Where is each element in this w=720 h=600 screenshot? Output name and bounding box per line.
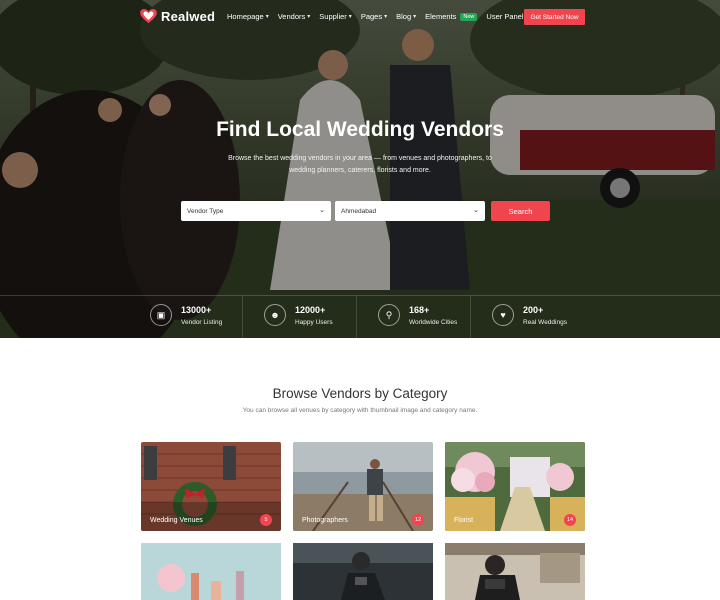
chevron-down-icon: ▾ [384,14,388,20]
category-image [445,543,585,600]
heart-logo-icon [140,9,157,24]
get-started-button[interactable]: Get Started Now [524,9,585,25]
category-image [141,543,281,600]
heart-icon: ♥ [492,304,514,326]
stat-real-weddings: ♥ 200+ Real Weddings [492,304,567,326]
stat-label: Happy Users [295,318,333,326]
map-pin-icon: ⚲ [378,304,400,326]
chevron-down-icon: ▾ [413,14,417,20]
category-card[interactable] [293,543,433,600]
chevron-down-icon: ▾ [348,14,352,20]
brand-logo[interactable]: Realwed [140,9,215,24]
menu-item-supplier[interactable]: Supplier ▾ [319,12,352,21]
stat-vendor-listing: ▣ 13000+ Vendor Listing [150,304,222,326]
menu-item-homepage[interactable]: Homepage ▾ [227,12,269,21]
top-nav: Realwed Homepage ▾ Vendors ▾ Supplier ▾ Pag… [0,0,720,34]
hero-title: Find Local Wedding Vendors [216,118,504,141]
stat-happy-users: ☻ 12000+ Happy Users [264,304,333,326]
category-label: Wedding Venues [150,517,203,524]
chevron-down-icon: ⌄ [473,207,479,214]
stat-label: Vendor Listing [181,318,223,326]
menu-item-user-panel[interactable]: User Panel▾ [486,12,528,21]
menu-label: User Panel [486,12,524,21]
menu-label: Elements [425,12,457,21]
section-title: Browse Vendors by Category [272,386,448,401]
hero-subtitle: Browse the best wedding vendors in your … [228,155,492,174]
smile-icon: ☻ [264,304,286,326]
vendor-type-value: Vendor Type [187,207,224,215]
menu-item-blog[interactable]: Blog ▾ [396,12,416,21]
category-card[interactable] [445,543,585,600]
category-label: Florist [454,517,474,524]
stat-value: 12000+ [295,304,326,315]
chevron-down-icon: ⌄ [319,207,325,214]
category-count-badge: 12 [412,514,424,526]
main-menu: Homepage ▾ Vendors ▾ Supplier ▾ Pages ▾ Blog… [227,12,538,21]
menu-item-vendors[interactable]: Vendors ▾ [278,12,311,21]
divider [356,296,357,338]
menu-item-elements[interactable]: Elements New [425,12,478,21]
divider [470,296,471,338]
stats-bar: ▣ 13000+ Vendor Listing ☻ 12000+ Happy U… [0,295,720,338]
location-select[interactable]: Ahmedabad ⌄ [335,201,485,221]
vendor-search-form: Vendor Type ⌄ Ahmedabad ⌄ Search [181,201,550,221]
brand-name: Realwed [161,9,216,24]
category-card-florist[interactable]: Florist 14 [445,442,585,531]
category-card-photographers[interactable]: Photographers 12 [293,442,433,531]
menu-label: Homepage [227,12,264,21]
menu-label: Vendors [277,12,306,21]
stat-value: 13000+ [181,304,212,315]
stat-value: 200+ [523,304,544,315]
section-subtitle: You can browse all venues by category wi… [242,407,478,414]
location-value: Ahmedabad [341,207,377,215]
new-badge: New [460,12,478,21]
category-count-badge: 14 [564,514,576,526]
category-label: Photographers [302,517,348,524]
menu-label: Supplier [319,12,347,21]
category-image [293,543,433,600]
stat-label: Worldwide Cities [409,318,458,326]
menu-item-pages[interactable]: Pages ▾ [361,12,387,21]
chevron-down-icon: ▾ [265,14,269,20]
stat-worldwide-cities: ⚲ 168+ Worldwide Cities [378,304,457,326]
category-card[interactable] [141,543,281,600]
stat-label: Real Weddings [523,318,567,326]
divider [242,296,243,338]
stat-value: 168+ [409,304,430,315]
menu-label: Blog [396,12,412,21]
search-button[interactable]: Search [491,201,550,221]
category-card-wedding-venues[interactable]: Wedding Venues 5 [141,442,281,531]
building-icon: ▣ [150,304,172,326]
menu-label: Pages [360,12,383,21]
hero-banner: Realwed Homepage ▾ Vendors ▾ Supplier ▾ Pag… [0,0,720,338]
category-count-badge: 5 [260,514,272,526]
chevron-down-icon: ▾ [307,14,311,20]
vendor-type-select[interactable]: Vendor Type ⌄ [181,201,331,221]
